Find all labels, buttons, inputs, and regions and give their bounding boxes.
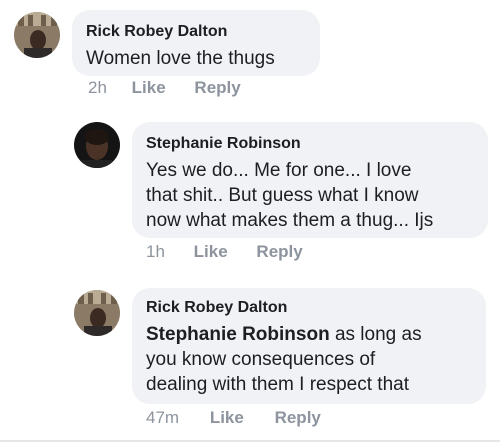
comment-actions: 47m Like Reply (146, 408, 321, 428)
comment-time[interactable]: 47m (146, 408, 179, 428)
comment-actions: 1h Like Reply (146, 242, 303, 262)
comment-text-line: that shit.. But guess what I know (146, 185, 419, 206)
mention-link[interactable]: Stephanie Robinson (146, 324, 330, 345)
like-button[interactable]: Like (210, 408, 244, 428)
avatar-rick[interactable] (74, 290, 120, 336)
comment-text-line: now what makes them a thug... Ijs (146, 210, 434, 231)
comment-text: Women love the thugs (86, 48, 275, 69)
person-photo-icon (74, 290, 120, 336)
person-photo-icon (74, 122, 120, 168)
comment-text: Stephanie Robinson as long as you know c… (146, 322, 472, 397)
comment-text-line: dealing with them I respect that (146, 374, 409, 395)
avatar-rick[interactable] (14, 12, 60, 58)
reply-button[interactable]: Reply (275, 408, 321, 428)
avatar-stephanie[interactable] (74, 122, 120, 168)
comment-text: Yes we do... Me for one... I love that s… (146, 158, 474, 233)
comment-author[interactable]: Rick Robey Dalton (86, 22, 306, 42)
comment-time[interactable]: 1h (146, 242, 165, 262)
comment-bubble: Rick Robey Dalton Stephanie Robinson as … (132, 288, 486, 404)
comment-author[interactable]: Stephanie Robinson (146, 134, 474, 154)
reply-button[interactable]: Reply (256, 242, 302, 262)
comment-author[interactable]: Rick Robey Dalton (146, 298, 472, 318)
comment-bubble: Stephanie Robinson Yes we do... Me for o… (132, 122, 488, 238)
comment-time[interactable]: 2h (88, 78, 107, 98)
comment-text-line: as long as (329, 324, 422, 345)
person-photo-icon (14, 12, 60, 58)
comment-text-line: you know consequences of (146, 349, 376, 370)
comment-actions: 2h Like Reply (88, 78, 241, 98)
comment-bubble: Rick Robey Dalton Women love the thugs (72, 10, 320, 76)
like-button[interactable]: Like (132, 78, 166, 98)
like-button[interactable]: Like (194, 242, 228, 262)
reply-button[interactable]: Reply (194, 78, 240, 98)
comment-text-line: Yes we do... Me for one... I love (146, 160, 412, 181)
